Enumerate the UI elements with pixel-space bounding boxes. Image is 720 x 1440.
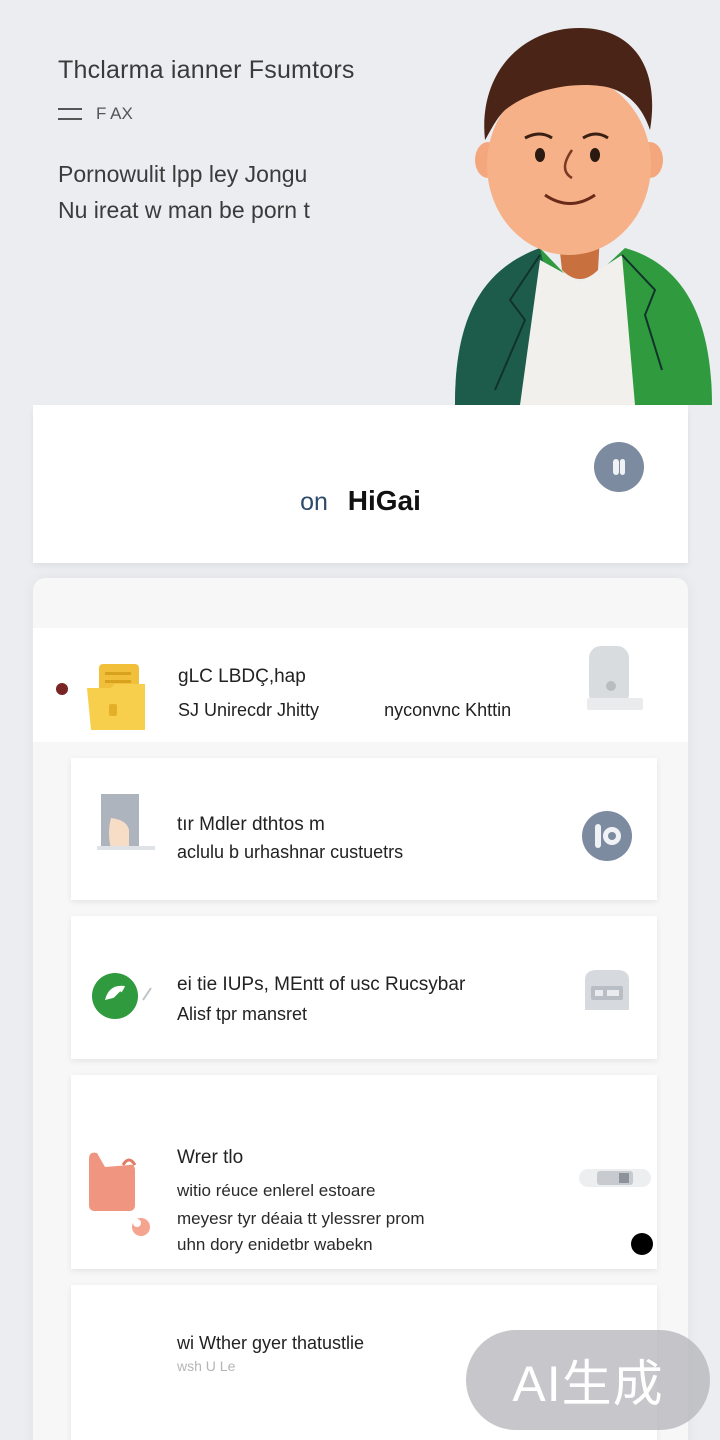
menu-icon[interactable] [58, 108, 82, 120]
featured-text: gLC LBDÇ,hap SJ Unirecdr Jhitty nyconvnc… [178, 666, 511, 721]
header-card: on HiGai [33, 405, 688, 563]
leaf-badge-icon [92, 973, 152, 1019]
card-line2: aclulu b urhashnar custuetrs [177, 842, 404, 862]
card-text: tır Mdler dthtos m aclulu b urhashnar cu… [177, 814, 403, 863]
card-line4: uhn dory enidetbr wabekn [177, 1235, 373, 1254]
profile-icon[interactable] [594, 442, 644, 492]
hero-description: Pornowulit lpp ley Jongu Nu ireat w man … [58, 156, 310, 228]
card-line1: Wrer tlo [177, 1147, 244, 1168]
ai-generated-watermark: AI生成 [466, 1330, 710, 1430]
book-icon [97, 794, 155, 850]
card-line2: wsh U Le [177, 1358, 236, 1374]
header-title-row: on HiGai [33, 485, 688, 517]
featured-line2-main: SJ Unirecdr Jhitty [178, 700, 320, 720]
hero-desc-line2: Nu ireat w man be porn t [58, 197, 310, 223]
hero-banner: Thclarma ianner Fsumtors F AX Pornowulit… [0, 0, 720, 405]
card-line2: Alisf tpr mansret [177, 1004, 308, 1024]
hero-title: Thclarma ianner Fsumtors [58, 56, 355, 84]
document-icon[interactable] [575, 642, 647, 714]
card-text: ei tie IUPs, MEntt of usc Rucsybar Alisf… [177, 974, 465, 1025]
card-text: Wrer tlo witio réuce enlerel estoare mey… [177, 1147, 425, 1255]
info-badge-icon[interactable] [581, 810, 633, 862]
list-card[interactable]: tır Mdler dthtos m aclulu b urhashnar cu… [71, 758, 657, 900]
card-line3: meyesr tyr déaia tt ylessrer prom [177, 1209, 425, 1228]
card-line2: witio réuce enlerel estoare [177, 1181, 376, 1200]
featured-line2-extra: nyconvnc Khttin [384, 700, 512, 720]
indicator-dot [631, 1233, 653, 1255]
unread-dot [56, 683, 68, 695]
hero-desc-line1: Pornowulit lpp ley Jongu [58, 161, 308, 187]
person-illustration [455, 28, 712, 405]
toggle-icon[interactable] [577, 1163, 653, 1193]
featured-line2: SJ Unirecdr Jhitty nyconvnc Khttin [178, 700, 511, 721]
header-prefix: on [300, 488, 328, 516]
featured-list-item[interactable]: gLC LBDÇ,hap SJ Unirecdr Jhitty nyconvnc… [33, 628, 688, 742]
header-title: HiGai [347, 485, 421, 516]
card-line1: wi Wther gyer thatustlie [177, 1333, 365, 1353]
folder-icon [87, 664, 145, 730]
message-icon[interactable] [579, 966, 635, 1016]
card-line1: ei tie IUPs, MEntt of usc Rucsybar [177, 974, 466, 995]
list-card[interactable]: Wrer tlo witio réuce enlerel estoare mey… [71, 1075, 657, 1269]
bag-icon [89, 1152, 150, 1236]
card-line1: tır Mdler dthtos m [177, 814, 325, 835]
hero-subtitle-row: F AX [58, 104, 133, 124]
card-text: wi Wther gyer thatustlie wsh U Le [177, 1333, 364, 1374]
list-card[interactable]: ei tie IUPs, MEntt of usc Rucsybar Alisf… [71, 916, 657, 1059]
hero-subtitle: F AX [96, 104, 133, 123]
featured-line1: gLC LBDÇ,hap [178, 666, 306, 687]
